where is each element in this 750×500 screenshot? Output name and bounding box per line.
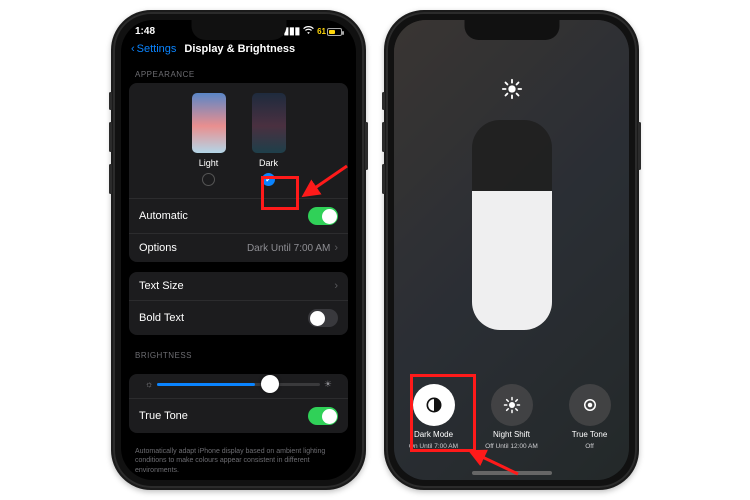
brightness-sun-icon — [501, 78, 523, 105]
notch — [191, 20, 286, 40]
dark-label: Dark — [259, 158, 278, 168]
boldtext-label: Bold Text — [139, 312, 184, 324]
textsize-row[interactable]: Text Size › — [129, 272, 348, 300]
cc-truetone-title: True Tone — [572, 430, 608, 439]
options-value: Dark Until 7:00 AM — [247, 243, 330, 254]
truetone-label: True Tone — [139, 410, 188, 422]
boldtext-row[interactable]: Bold Text — [129, 300, 348, 335]
appearance-light[interactable]: Light — [192, 93, 226, 186]
cc-truetone-button[interactable]: True Tone Off — [559, 384, 621, 450]
annotation-highlight-dark — [261, 176, 299, 210]
slider-knob[interactable] — [261, 375, 279, 393]
automatic-label: Automatic — [139, 210, 188, 222]
settings-screen: 1:48 ▮▮▮▮ 61 ‹ Settings Display & Bright… — [121, 20, 356, 480]
sun-small-icon: ☼ — [141, 379, 157, 389]
status-time: 1:48 — [135, 26, 155, 37]
brightness-slider[interactable]: ☼ ☀ — [141, 374, 336, 394]
truetone-icon — [569, 384, 611, 426]
nightshift-icon — [491, 384, 533, 426]
phone-frame-settings: 1:48 ▮▮▮▮ 61 ‹ Settings Display & Bright… — [111, 10, 366, 490]
cc-truetone-sub: Off — [585, 443, 594, 450]
truetone-help: Automatically adapt iPhone display based… — [121, 443, 356, 480]
brightness-card: ☼ ☀ True Tone — [129, 374, 348, 433]
cc-nightshift-button[interactable]: Night Shift Off Until 12:00 AM — [481, 384, 543, 450]
automatic-row[interactable]: Automatic — [129, 198, 348, 233]
textsize-label: Text Size — [139, 280, 184, 292]
wifi-icon — [303, 26, 314, 37]
chevron-right-icon: › — [334, 280, 338, 292]
light-label: Light — [199, 158, 219, 168]
control-center-screen: Dark Mode On Until 7:00 AM Night Shift O… — [394, 20, 629, 480]
dark-preview — [252, 93, 286, 153]
boldtext-toggle[interactable] — [308, 309, 338, 327]
annotation-arrow-2 — [468, 448, 520, 478]
nav-bar: ‹ Settings Display & Brightness — [121, 37, 356, 63]
chevron-right-icon: › — [334, 242, 338, 254]
annotation-arrow-1 — [301, 162, 349, 198]
brightness-vertical-slider[interactable] — [472, 120, 552, 330]
battery-icon: 61 — [317, 27, 342, 36]
notch — [464, 20, 559, 40]
text-card: Text Size › Bold Text — [129, 272, 348, 335]
light-preview — [192, 93, 226, 153]
cc-nightshift-title: Night Shift — [493, 430, 530, 439]
page-title: Display & Brightness — [184, 43, 295, 55]
phone-frame-control-center: Dark Mode On Until 7:00 AM Night Shift O… — [384, 10, 639, 490]
appearance-dark[interactable]: Dark — [252, 93, 286, 186]
back-label: Settings — [137, 43, 177, 55]
options-label: Options — [139, 242, 177, 254]
back-button[interactable]: ‹ Settings — [131, 43, 176, 55]
chevron-left-icon: ‹ — [131, 43, 135, 55]
appearance-section-label: APPEARANCE — [121, 64, 356, 83]
brightness-fill — [472, 191, 552, 330]
truetone-toggle[interactable] — [308, 407, 338, 425]
light-radio[interactable] — [202, 173, 215, 186]
truetone-row[interactable]: True Tone — [129, 398, 348, 433]
brightness-section-label: BRIGHTNESS — [121, 345, 356, 364]
annotation-highlight-cc-darkmode — [410, 374, 476, 452]
sun-large-icon: ☀ — [320, 379, 336, 390]
automatic-toggle[interactable] — [308, 207, 338, 225]
options-row[interactable]: Options Dark Until 7:00 AM › — [129, 233, 348, 262]
